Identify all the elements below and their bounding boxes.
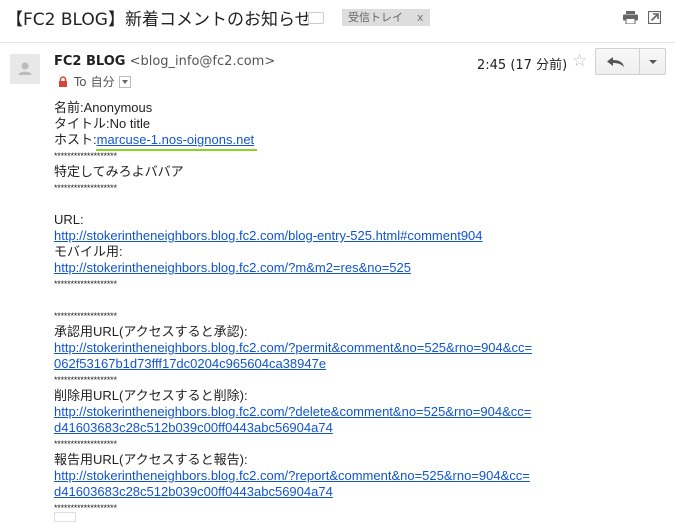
header-divider xyxy=(0,42,675,43)
avatar-icon xyxy=(10,54,40,84)
recipients-line: To 自分 xyxy=(58,73,131,90)
show-trimmed-content-button[interactable] xyxy=(54,512,76,522)
host-label: ホスト: xyxy=(54,132,97,147)
to-label: To xyxy=(74,74,87,89)
name-line: 名前:Anonymous xyxy=(54,100,153,115)
delete-url-link[interactable]: http://stokerintheneighbors.blog.fc2.com… xyxy=(54,404,531,419)
chevron-down-icon[interactable] xyxy=(118,75,131,88)
approve-label: 承認用URL(アクセスすると承認): xyxy=(54,324,248,339)
approve-url-link-cont[interactable]: 062f53167b1d73fff17dc0204c965604ca38947e xyxy=(54,356,326,371)
host-link[interactable]: marcuse-1.nos-oignons.net xyxy=(95,132,258,151)
report-label: 報告用URL(アクセスすると報告): xyxy=(54,452,248,467)
recipient: 自分 xyxy=(90,75,115,89)
sender[interactable]: FC2 BLOG <blog_info@fc2.com> xyxy=(54,54,275,69)
sender-name: FC2 BLOG xyxy=(54,54,126,69)
highlight-underline xyxy=(95,149,258,151)
star-icon[interactable]: ☆ xyxy=(572,51,587,71)
delete-label: 削除用URL(アクセスすると削除): xyxy=(54,388,248,403)
inbox-label-text: 受信トレイ xyxy=(348,11,403,24)
received-time: 2:45 (17 分前) xyxy=(477,58,568,73)
separator: ******************* xyxy=(54,375,117,385)
host-value: marcuse-1.nos-oignons.net xyxy=(96,132,255,147)
mobile-url-link[interactable]: http://stokerintheneighbors.blog.fc2.com… xyxy=(54,260,411,275)
separator: ******************* xyxy=(54,311,117,321)
comment-text: 特定してみろよババア xyxy=(54,164,184,179)
email-subject: 【FC2 BLOG】新着コメントのお知らせ xyxy=(6,10,312,30)
reply-icon xyxy=(607,57,624,67)
host-line: ホスト:marcuse-1.nos-oignons.net xyxy=(54,132,666,151)
delete-url-link-cont[interactable]: d41603683c28c512b039c00ff0443abc56904a74 xyxy=(54,420,333,435)
sender-email: <blog_info@fc2.com> xyxy=(129,54,276,69)
new-window-icon[interactable] xyxy=(648,11,661,24)
separator: ******************* xyxy=(54,439,117,449)
separator: ******************* xyxy=(54,503,117,513)
reply-button[interactable] xyxy=(595,48,640,75)
label-outline-icon[interactable] xyxy=(308,12,324,24)
separator: ******************* xyxy=(54,279,117,289)
message-body: 名前:Anonymous タイトル:No title ホスト:marcuse-1… xyxy=(54,100,666,516)
lock-icon xyxy=(59,76,67,87)
entry-url-link[interactable]: http://stokerintheneighbors.blog.fc2.com… xyxy=(54,228,483,243)
inbox-label-chip[interactable]: 受信トレイ x xyxy=(342,9,430,26)
mobile-label: モバイル用: xyxy=(54,244,123,259)
title-line: タイトル:No title xyxy=(54,116,151,131)
approve-url-link[interactable]: http://stokerintheneighbors.blog.fc2.com… xyxy=(54,340,532,355)
report-url-link-cont[interactable]: d41603683c28c512b039c00ff0443abc56904a74 xyxy=(54,484,333,499)
separator: ******************* xyxy=(54,183,117,193)
more-options-button[interactable] xyxy=(640,48,666,75)
remove-label-button[interactable]: x xyxy=(417,11,424,24)
report-url-link[interactable]: http://stokerintheneighbors.blog.fc2.com… xyxy=(54,468,530,483)
subject-bar: 【FC2 BLOG】新着コメントのお知らせ 受信トレイ x xyxy=(0,0,675,38)
print-icon[interactable] xyxy=(623,11,638,24)
url-label: URL: xyxy=(54,212,84,227)
